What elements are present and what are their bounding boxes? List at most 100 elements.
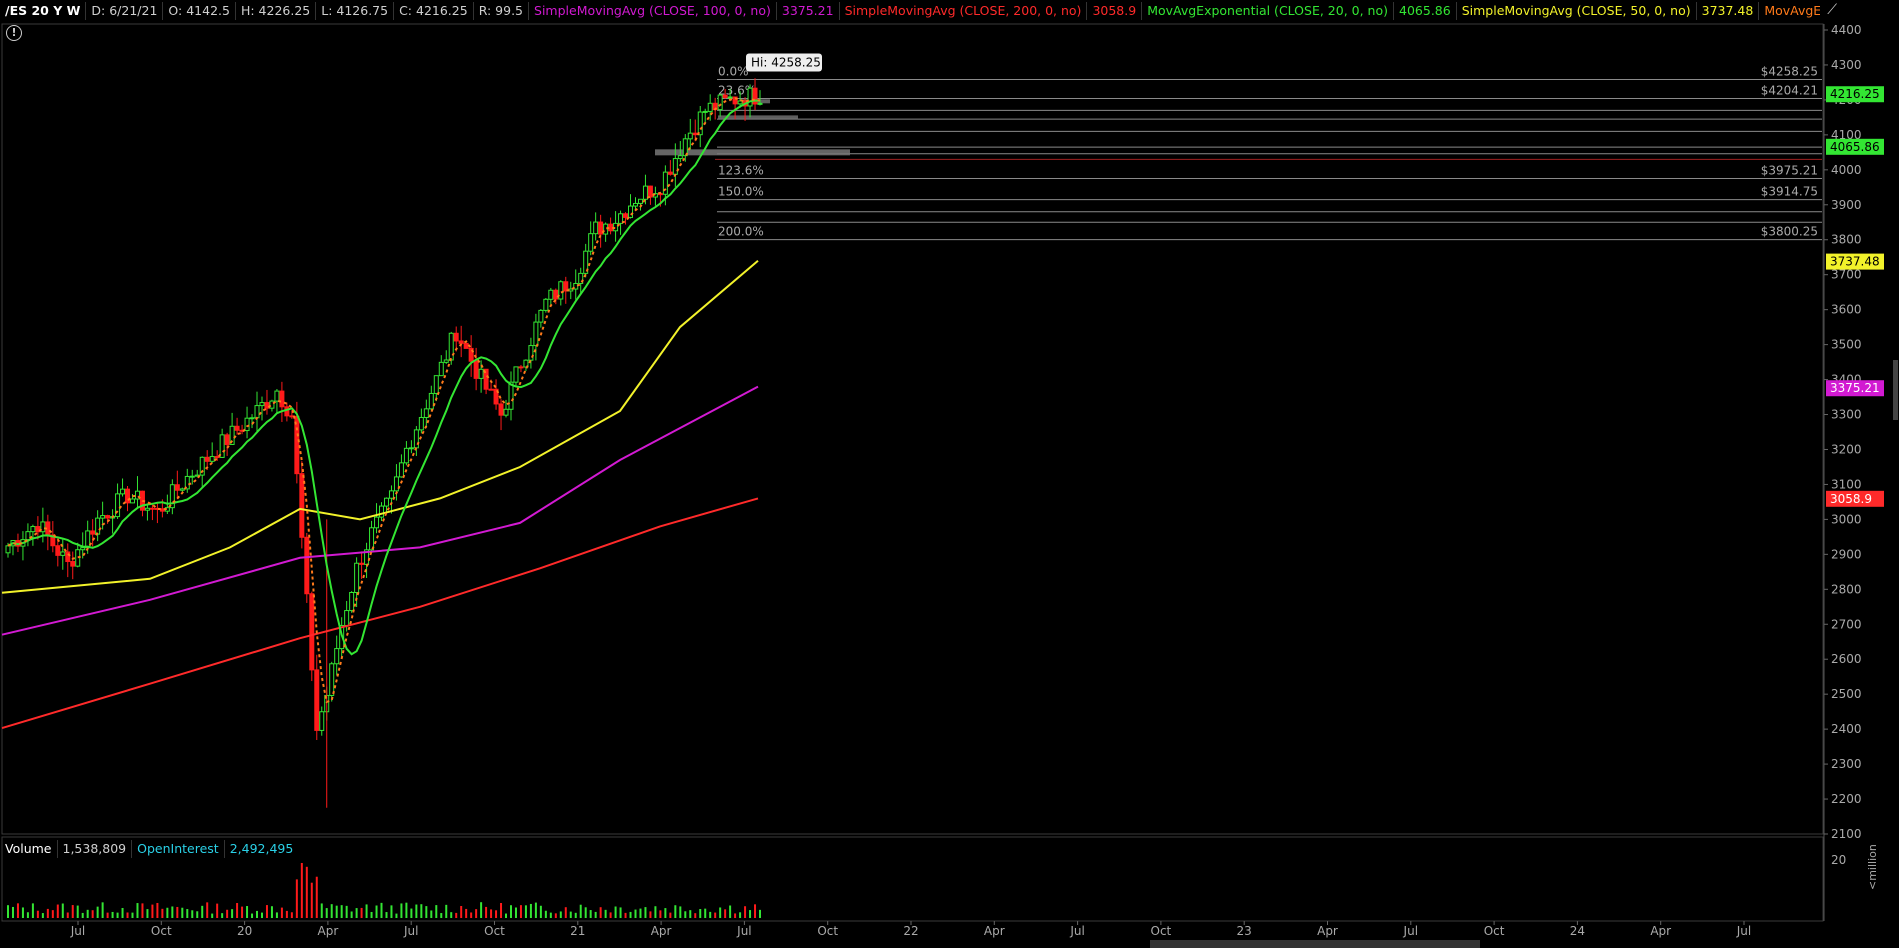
y-tick-label: 2400 <box>1831 722 1862 736</box>
candle-body <box>25 531 31 541</box>
candle-body <box>130 498 136 504</box>
candle-body <box>692 132 698 136</box>
candle-body <box>259 402 265 407</box>
candle-body <box>379 505 385 518</box>
candle-body <box>189 475 195 478</box>
y-tick-label: 3700 <box>1831 268 1862 282</box>
ma-price-marker-label: 3058.9 <box>1830 492 1872 506</box>
y-tick-label: 3300 <box>1831 408 1862 422</box>
fib-level-price: $4258.25 <box>1761 65 1818 79</box>
fib-level-price: $4204.21 <box>1761 83 1818 97</box>
y-tick-label: 2300 <box>1831 757 1862 771</box>
candle-body <box>383 497 389 507</box>
candle-body <box>314 669 320 731</box>
candle-body <box>488 388 494 391</box>
candle-body <box>677 155 683 160</box>
candle-body <box>179 488 185 491</box>
candle-body <box>204 456 210 462</box>
candle-body <box>458 340 464 344</box>
x-tick-label: Oct <box>1484 924 1505 938</box>
x-tick-label: Jul <box>736 924 751 938</box>
open-interest-label[interactable]: OpenInterest <box>132 840 225 858</box>
candle-body <box>642 185 648 200</box>
x-tick-label: Apr <box>651 924 672 938</box>
volume-value: 1,538,809 <box>58 840 133 858</box>
candle-body <box>448 332 454 361</box>
ma-price-marker-label: 4065.86 <box>1830 140 1880 154</box>
candle-body <box>149 507 155 510</box>
candle-body <box>90 530 96 535</box>
candle-body <box>125 488 131 504</box>
sma50-line <box>1 259 759 594</box>
candle-body <box>95 517 101 535</box>
volume-header: Volume 1,538,809 OpenInterest 2,492,495 <box>0 839 298 859</box>
candle-body <box>359 562 365 565</box>
candle-body <box>349 591 355 612</box>
candle-body <box>294 415 300 475</box>
y-tick-label: 3500 <box>1831 338 1862 352</box>
candle-body <box>443 359 449 363</box>
candle-body <box>274 390 280 402</box>
candle-body <box>388 490 394 499</box>
y-tick-label: 3100 <box>1831 477 1862 491</box>
candle-body <box>667 171 673 175</box>
y-tick-label: 4000 <box>1831 163 1862 177</box>
candle-body <box>423 408 429 419</box>
x-tick-label: Oct <box>1151 924 1172 938</box>
ma-price-marker-label: 3737.48 <box>1830 255 1880 269</box>
fib-level-pct: 150.0% <box>718 185 764 199</box>
candle-body <box>254 405 260 419</box>
candle-body <box>503 408 509 416</box>
candle-body <box>428 392 434 410</box>
candle-body <box>538 309 544 323</box>
candle-body <box>647 185 653 198</box>
y-tick-label: 3800 <box>1831 233 1862 247</box>
candle-body <box>329 663 335 696</box>
fib-level-price: $3800.25 <box>1761 225 1818 239</box>
candle-body <box>473 360 479 379</box>
x-tick-label: 23 <box>1237 924 1252 938</box>
candle-body <box>418 417 424 431</box>
candle-body <box>70 561 76 567</box>
x-tick-label: Jul <box>70 924 85 938</box>
candle-body <box>393 476 399 492</box>
candle-body <box>628 205 634 218</box>
candle-body <box>717 94 723 111</box>
candle-body <box>299 473 305 538</box>
candle-body <box>264 402 270 409</box>
candle-body <box>508 381 514 410</box>
horizontal-scrollbar[interactable] <box>1150 940 1480 948</box>
price-chart[interactable]: 2100 2200 2300 2400 2500 2600 2700 2800 2900 3000… <box>0 0 1899 948</box>
x-tick-label: Oct <box>484 924 505 938</box>
candle-body <box>319 711 325 731</box>
ema20-line <box>7 99 761 656</box>
candle-body <box>518 366 524 369</box>
fib-level-pct: 0.0% <box>718 65 749 79</box>
candle-body <box>344 610 350 627</box>
y-tick-label: 2600 <box>1831 652 1862 666</box>
y-tick-label: 3000 <box>1831 512 1862 526</box>
price-pane-frame <box>1 23 1824 835</box>
candle-body <box>588 233 594 252</box>
candle-body <box>234 425 240 431</box>
candle-body <box>413 429 419 449</box>
candle-body <box>632 202 638 207</box>
x-tick-label: Apr <box>984 924 1005 938</box>
volume-label[interactable]: Volume <box>0 840 58 858</box>
y-tick-label: 2800 <box>1831 582 1862 596</box>
y-tick-label: 2500 <box>1831 687 1862 701</box>
x-tick-label: Apr <box>318 924 339 938</box>
candle-body <box>478 368 484 379</box>
candle-body <box>637 198 643 204</box>
candle-body <box>608 223 614 232</box>
candle-body <box>174 484 180 491</box>
y-tick-label: 2100 <box>1831 827 1862 841</box>
vertical-scrollbar[interactable] <box>1893 360 1898 420</box>
fib-level-price: $3914.75 <box>1761 185 1818 199</box>
y-tick-label: 4300 <box>1831 58 1862 72</box>
y-tick-label: 3600 <box>1831 303 1862 317</box>
candle-body <box>687 132 693 140</box>
candle-body <box>672 158 678 175</box>
x-tick-label: 21 <box>570 924 585 938</box>
x-tick-label: 20 <box>237 924 252 938</box>
